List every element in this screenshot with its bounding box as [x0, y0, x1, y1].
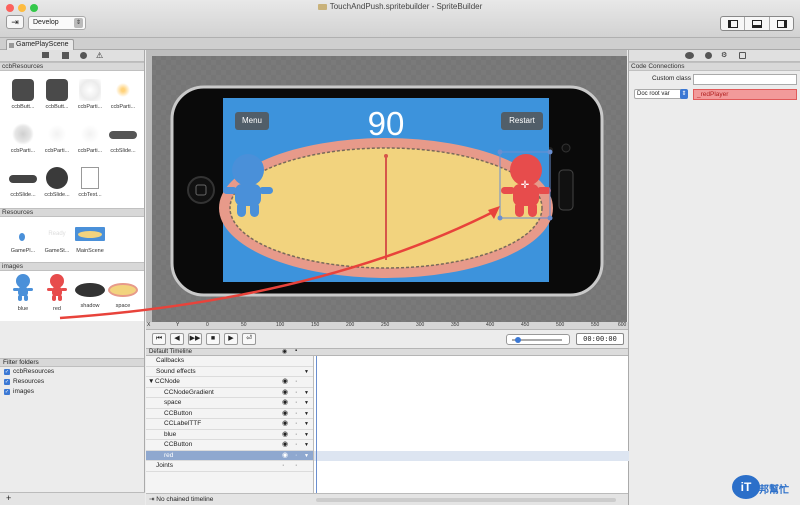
annotation-arrow [59, 206, 500, 320]
logo-badge: iT [732, 475, 760, 499]
watermark-logo: iT 邦幫忙 [732, 473, 798, 503]
logo-text: 邦幫忙 [759, 485, 789, 496]
